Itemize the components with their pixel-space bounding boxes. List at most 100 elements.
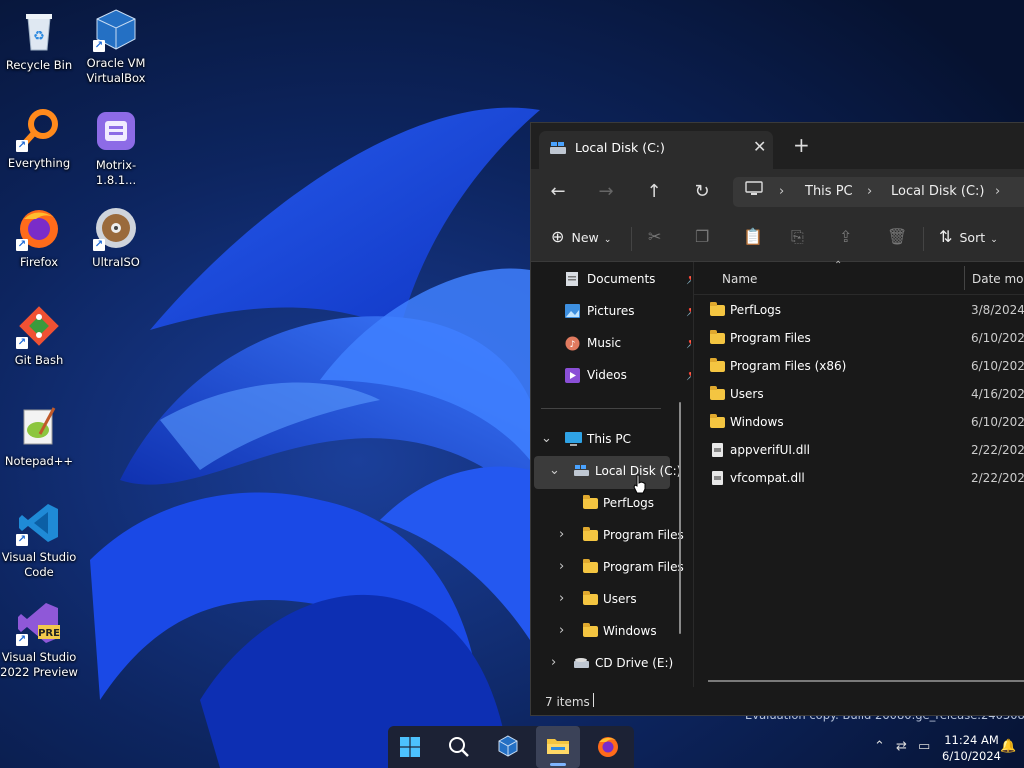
sidebar-item-this-pc[interactable]: ⌄ This PC: [531, 426, 681, 454]
pin-icon[interactable]: 📌: [686, 336, 691, 349]
chevron-right-icon[interactable]: ›: [559, 559, 564, 574]
refresh-icon[interactable]: ↻: [689, 179, 715, 205]
navigation-bar: ← → ↑ ↻ › This PC › Local Disk (C:) ›: [531, 169, 1024, 215]
start-button[interactable]: [388, 726, 432, 768]
sort-button[interactable]: ⇅ Sort ⌄: [939, 227, 998, 246]
copy-icon[interactable]: ❐: [695, 227, 709, 246]
chevron-down-icon: ⌄: [603, 235, 612, 245]
chevron-down-icon[interactable]: ⌄: [549, 463, 560, 478]
new-tab-button[interactable]: +: [793, 135, 810, 155]
new-button[interactable]: ⊕ New ⌄: [551, 227, 611, 246]
display-icon[interactable]: ▭: [918, 739, 930, 754]
status-bar: 7 items: [531, 687, 1024, 715]
virtualbox-taskbar-button[interactable]: [486, 726, 530, 768]
file-list: ⌃ Name Date modi PerfLogs 3/8/2024 1 Pro…: [693, 260, 1024, 687]
close-tab-icon[interactable]: ✕: [753, 137, 766, 156]
back-arrow-icon[interactable]: ←: [545, 179, 571, 205]
chevron-down-icon[interactable]: ⌄: [541, 431, 552, 446]
file-explorer-taskbar-button[interactable]: [536, 726, 580, 768]
sidebar-item-videos[interactable]: Videos 📌: [561, 362, 691, 390]
breadcrumb-this-pc[interactable]: This PC: [805, 184, 853, 199]
column-header-name[interactable]: Name: [722, 272, 757, 286]
rename-icon[interactable]: ⎘: [791, 227, 804, 247]
file-row[interactable]: Program Files (x86) 6/10/2024: [694, 352, 1024, 380]
file-row[interactable]: Program Files 6/10/2024: [694, 324, 1024, 352]
file-row[interactable]: PerfLogs 3/8/2024 1: [694, 296, 1024, 324]
share-icon[interactable]: ⇪: [839, 227, 852, 246]
folder-icon: [710, 414, 725, 428]
desktop-icon-recycle-bin[interactable]: ♻ Recycle Bin: [0, 8, 78, 73]
vscode-icon: ↗: [16, 500, 62, 546]
desktop-icon-firefox[interactable]: ↗ Firefox: [0, 205, 78, 270]
videos-icon: [565, 368, 580, 386]
desktop-icon-motrix[interactable]: Motrix-1.8.1...: [77, 108, 155, 188]
firefox-taskbar-button[interactable]: [586, 726, 630, 768]
paste-icon[interactable]: 📋: [743, 227, 763, 246]
folder-icon: [583, 527, 598, 541]
hand-cursor-icon: [633, 474, 646, 494]
dll-file-icon: [712, 471, 723, 485]
svg-text:♪: ♪: [570, 340, 576, 350]
address-bar[interactable]: › This PC › Local Disk (C:) ›: [733, 177, 1024, 207]
chevron-right-icon[interactable]: ›: [551, 655, 556, 670]
pin-icon[interactable]: 📌: [686, 368, 691, 381]
desktop-icon-git-bash[interactable]: ↗ Git Bash: [0, 303, 78, 368]
desktop-icon-ultraiso[interactable]: ↗ UltraISO: [77, 205, 155, 270]
svg-text:PRE: PRE: [38, 628, 60, 639]
sidebar-item-local-disk[interactable]: ⌄ Local Disk (C:): [531, 458, 681, 486]
file-row[interactable]: Windows 6/10/2024: [694, 408, 1024, 436]
git-bash-icon: ↗: [16, 303, 62, 349]
windows-logo-icon: [400, 737, 420, 757]
everything-icon: ↗: [16, 106, 62, 152]
sidebar-item-cd-drive[interactable]: › CD Drive (E:): [531, 650, 681, 678]
desktop-icon-everything[interactable]: ↗ Everything: [0, 106, 78, 171]
monitor-icon: [745, 181, 763, 201]
chevron-up-icon[interactable]: ⌃: [874, 739, 885, 754]
file-row[interactable]: vfcompat.dll 2/22/2024: [694, 464, 1024, 492]
desktop-icon-notepad-plus-plus[interactable]: Notepad++: [0, 404, 78, 469]
sidebar-item-music[interactable]: ♪ Music 📌: [561, 330, 691, 358]
chevron-right-icon[interactable]: ›: [559, 527, 564, 542]
sidebar-item-perflogs[interactable]: PerfLogs: [531, 490, 681, 518]
breadcrumb-separator-icon: ›: [779, 184, 785, 199]
firefox-icon: ↗: [16, 205, 62, 251]
pin-icon[interactable]: 📌: [686, 304, 691, 317]
desktop-icon-virtualbox[interactable]: ↗ Oracle VM VirtualBox: [77, 6, 155, 86]
notification-bell-icon[interactable]: 🔔: [1000, 739, 1016, 754]
file-row[interactable]: Users 4/16/2024: [694, 380, 1024, 408]
chevron-right-icon[interactable]: ›: [559, 623, 564, 638]
delete-icon[interactable]: 🗑: [887, 227, 907, 246]
desktop-icon-vscode[interactable]: ↗ Visual Studio Code: [0, 500, 78, 580]
sidebar-item-windows[interactable]: › Windows: [531, 618, 681, 646]
cut-icon[interactable]: ✂: [648, 227, 661, 246]
breadcrumb-local-disk[interactable]: Local Disk (C:): [891, 184, 984, 199]
network-icon[interactable]: ⇄: [896, 739, 907, 754]
breadcrumb-separator-icon: ›: [867, 184, 873, 199]
file-explorer-window: Local Disk (C:) ✕ + ← → ↑ ↻ › This PC › …: [530, 122, 1024, 716]
folder-icon: [583, 591, 598, 605]
sidebar-item-program-files[interactable]: › Program Files: [531, 522, 684, 550]
pin-icon[interactable]: 📌: [686, 272, 691, 285]
desktop-icon-visual-studio[interactable]: PRE ↗ Visual Studio 2022 Preview: [0, 600, 78, 680]
drive-icon: [573, 464, 590, 480]
file-row[interactable]: appverifUI.dll 2/22/2024: [694, 436, 1024, 464]
clock[interactable]: 11:24 AM 6/10/2024: [942, 732, 1001, 764]
forward-arrow-icon[interactable]: →: [593, 179, 619, 205]
ultraiso-icon: ↗: [93, 205, 139, 251]
tab-local-disk[interactable]: Local Disk (C:) ✕: [539, 131, 773, 169]
drive-icon: [549, 140, 567, 159]
sidebar-item-program-files-x86[interactable]: › Program Files: [531, 554, 684, 582]
search-button[interactable]: [436, 726, 480, 768]
sidebar-item-pictures[interactable]: Pictures 📌: [561, 298, 691, 326]
navigation-pane: Documents 📌 Pictures 📌 ♪ Music 📌 Videos …: [531, 262, 691, 687]
column-header-date[interactable]: Date modi: [972, 272, 1024, 286]
sidebar-scrollbar[interactable]: [679, 402, 681, 634]
column-headers: ⌃ Name Date modi: [694, 260, 1024, 295]
sidebar-item-users[interactable]: › Users: [531, 586, 681, 614]
breadcrumb-separator-icon: ›: [995, 184, 1001, 199]
sidebar-item-documents[interactable]: Documents 📌: [561, 266, 691, 294]
cd-drive-icon: [573, 656, 590, 672]
horizontal-scrollbar[interactable]: [708, 680, 1024, 682]
chevron-right-icon[interactable]: ›: [559, 591, 564, 606]
up-arrow-icon[interactable]: ↑: [641, 179, 667, 205]
